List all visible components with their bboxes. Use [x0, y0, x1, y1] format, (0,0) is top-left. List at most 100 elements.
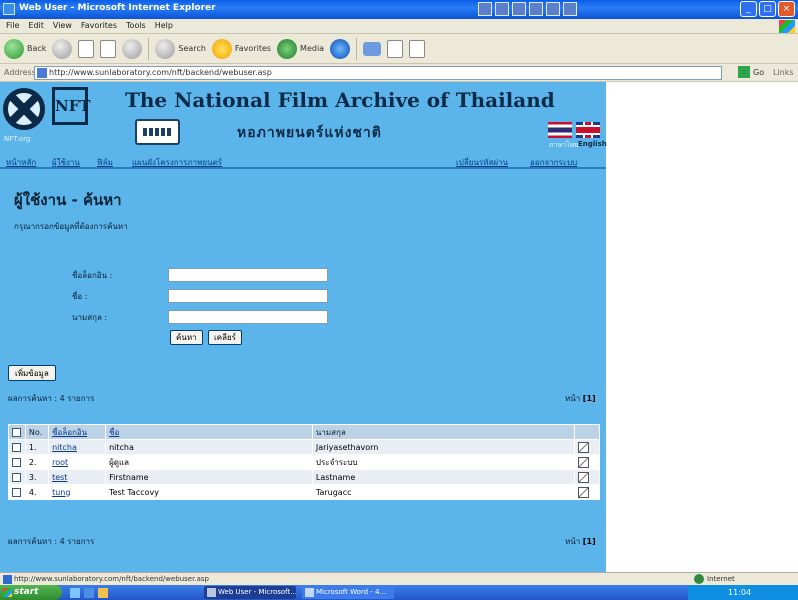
- address-label: Address: [4, 68, 36, 77]
- mail-button[interactable]: [363, 41, 382, 56]
- media-icon: [277, 38, 298, 59]
- username-label: ชื่อล็อกอิน :: [72, 270, 113, 280]
- security-zone: Internet: [694, 574, 735, 584]
- sort-firstname-link[interactable]: ชื่อ: [109, 428, 119, 437]
- language-english-link[interactable]: English: [578, 140, 607, 148]
- row-username-link[interactable]: tung: [52, 488, 70, 497]
- address-input[interactable]: http://www.sunlaboratory.com/nft/backend…: [34, 66, 722, 80]
- reset-button[interactable]: เคลียร์: [208, 330, 242, 345]
- row-checkbox[interactable]: [12, 487, 21, 497]
- nav-film-projects[interactable]: แผนผังโครงการภาพยนตร์: [132, 156, 222, 169]
- table-header-row: No. ชื่อล็อกอิน ชื่อ นามสกุล: [8, 424, 601, 440]
- pager-page-1[interactable]: [1]: [583, 537, 596, 546]
- edit-icon[interactable]: [577, 441, 589, 453]
- row-username-link[interactable]: test: [52, 473, 67, 482]
- edit-icon[interactable]: [577, 471, 589, 483]
- toolbar-app-icon[interactable]: [563, 2, 577, 16]
- add-user-button[interactable]: เพิ่มข้อมูล: [8, 365, 56, 381]
- nav-users[interactable]: ผู้ใช้งาน: [52, 156, 80, 169]
- row-checkbox[interactable]: [12, 442, 21, 452]
- back-button[interactable]: Back: [4, 38, 46, 59]
- media-label: Media: [300, 44, 325, 53]
- windows-logo-icon: [779, 20, 795, 33]
- language-thai-link[interactable]: ภาษาไทย: [549, 140, 578, 151]
- favorites-star-icon: [211, 38, 232, 59]
- taskbar-item-ie[interactable]: Web User - Microsoft...: [204, 586, 296, 599]
- edit-icon[interactable]: [577, 456, 589, 468]
- lastname-input[interactable]: [168, 310, 328, 324]
- start-button[interactable]: start: [0, 585, 62, 600]
- menu-bar: File Edit View Favorites Tools Help: [0, 19, 798, 34]
- row-username-link[interactable]: root: [52, 458, 68, 467]
- pager-page-1[interactable]: [1]: [583, 394, 596, 403]
- stop-button[interactable]: [78, 39, 95, 58]
- row-firstname: Firstname: [105, 469, 313, 485]
- toolbar-app-icon[interactable]: [495, 2, 509, 16]
- users-table: No. ชื่อล็อกอิน ชื่อ นามสกุล 1. nitcha n…: [8, 424, 601, 500]
- favorites-button[interactable]: Favorites: [211, 38, 271, 59]
- row-checkbox[interactable]: [12, 472, 21, 482]
- toolbar-separator: [148, 37, 150, 60]
- menu-view[interactable]: View: [53, 21, 72, 30]
- menu-file[interactable]: File: [6, 21, 19, 30]
- uk-flag-icon[interactable]: [576, 122, 600, 138]
- firstname-input[interactable]: [168, 289, 328, 303]
- toolbar-app-icon[interactable]: [478, 2, 492, 16]
- status-url: http://www.sunlaboratory.com/nft/backend…: [14, 575, 209, 583]
- nav-logout[interactable]: ออกจากระบบ: [530, 156, 577, 169]
- media-quicklaunch-icon[interactable]: [98, 588, 108, 598]
- header-edit: [573, 424, 601, 440]
- clock: 11:04: [728, 588, 752, 597]
- edit-icon[interactable]: [577, 486, 589, 498]
- forward-button[interactable]: [52, 38, 73, 59]
- go-button[interactable]: Go: [738, 66, 764, 78]
- maximize-button[interactable]: □: [759, 1, 776, 17]
- banner-thai-title: หอภาพยนตร์แห่งชาติ: [237, 125, 382, 141]
- username-row: ชื่อล็อกอิน :: [72, 268, 328, 282]
- pager: หน้า [1]: [565, 392, 596, 405]
- links-button[interactable]: Links: [773, 68, 794, 77]
- refresh-button[interactable]: [100, 39, 117, 58]
- username-input[interactable]: [168, 268, 328, 282]
- nav-film[interactable]: ฟิล์ม: [97, 156, 113, 169]
- row-username-cell: root: [48, 454, 107, 470]
- home-button[interactable]: [122, 38, 143, 59]
- select-all-checkbox[interactable]: [12, 427, 21, 437]
- taskbar-item-word[interactable]: Microsoft Word - 4...: [302, 586, 394, 599]
- main-nav: หน้าหลัก ผู้ใช้งาน ฟิล์ม แผนผังโครงการภา…: [0, 155, 606, 169]
- menu-edit[interactable]: Edit: [28, 21, 44, 30]
- search-button[interactable]: ค้นหา: [170, 330, 203, 345]
- print-button[interactable]: [387, 39, 404, 58]
- row-edit-cell: [573, 484, 601, 500]
- pager-bottom: หน้า [1]: [565, 535, 596, 548]
- sort-username-link[interactable]: ชื่อล็อกอิน: [52, 428, 87, 437]
- row-checkbox[interactable]: [12, 457, 21, 467]
- media-button[interactable]: Media: [277, 38, 325, 59]
- toolbar-app-icon[interactable]: [546, 2, 560, 16]
- ie-quicklaunch-icon[interactable]: [84, 588, 94, 598]
- show-desktop-icon[interactable]: [70, 588, 80, 598]
- minimize-button[interactable]: _: [740, 1, 757, 17]
- firstname-row: ชื่อ :: [72, 289, 328, 303]
- toolbar-app-icon[interactable]: [529, 2, 543, 16]
- row-no: 2.: [24, 454, 50, 470]
- row-select-cell: [8, 469, 26, 485]
- taskbar: start Web User - Microsoft... Microsoft …: [0, 585, 798, 600]
- nav-home[interactable]: หน้าหลัก: [6, 156, 36, 169]
- menu-favorites[interactable]: Favorites: [81, 21, 117, 30]
- close-button[interactable]: ×: [778, 1, 795, 17]
- nav-change-password[interactable]: เปลี่ยนรหัสผ่าน: [456, 156, 508, 169]
- menu-help[interactable]: Help: [155, 21, 173, 30]
- row-firstname: nitcha: [105, 439, 313, 455]
- row-username-link[interactable]: nitcha: [52, 443, 77, 452]
- history-button[interactable]: [330, 38, 351, 59]
- thai-flag-icon[interactable]: [548, 122, 572, 138]
- toolbar-separator: [356, 37, 358, 60]
- menu-tools[interactable]: Tools: [126, 21, 146, 30]
- mail-icon: [363, 41, 382, 56]
- search-button[interactable]: Search: [155, 38, 206, 59]
- toolbar-app-icon[interactable]: [512, 2, 526, 16]
- edit-page-button[interactable]: [409, 39, 426, 58]
- row-select-cell: [8, 439, 26, 455]
- lastname-row: นามสกุล :: [72, 310, 328, 324]
